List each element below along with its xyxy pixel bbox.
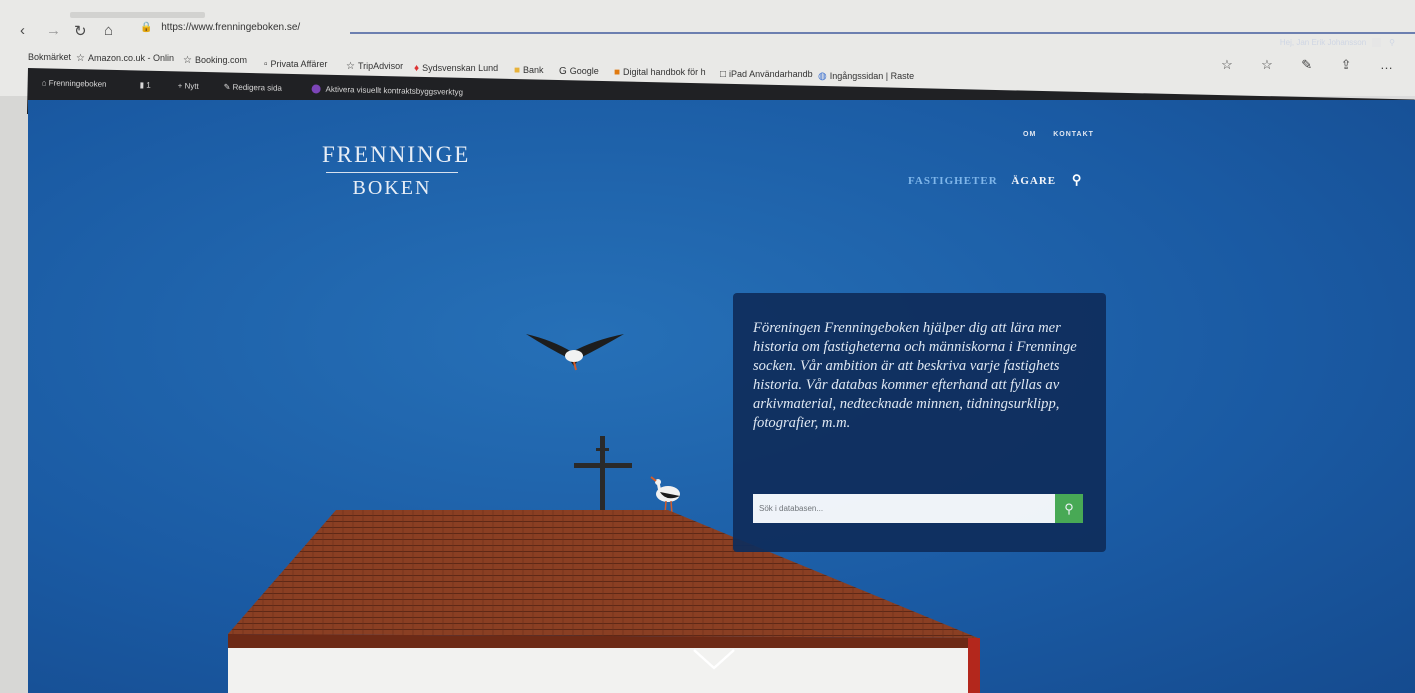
share-icon[interactable]: ⇪	[1341, 57, 1352, 72]
bookmark-item[interactable]: ■ Digital handbok för h	[614, 67, 706, 78]
logo-bottom: BOKEN	[352, 177, 432, 199]
intro-text: Föreningen Frenningeboken hjälper dig at…	[753, 320, 1077, 431]
search-icon[interactable]: ⚲	[1389, 38, 1395, 47]
forward-icon[interactable]: →	[46, 22, 61, 39]
google-icon: G	[559, 66, 567, 77]
admin-comments[interactable]: ▮ 1	[140, 81, 151, 90]
active-tab[interactable]	[70, 12, 205, 18]
sydsvenskan-icon: ♦	[414, 63, 420, 74]
bookmark-item[interactable]: □ iPad Användarhandb	[720, 69, 813, 80]
star-icon: ☆	[183, 55, 192, 66]
logo-top: FRENNINGE	[322, 142, 471, 167]
address-bar[interactable]: 🔒 https://www.frenningeboken.se/	[140, 22, 340, 40]
database-search: ⚲	[753, 494, 1083, 523]
admin-new[interactable]: + Nytt	[178, 81, 199, 90]
site-logo[interactable]: FRENNINGE BOKEN	[322, 142, 471, 200]
stork-flying-image	[526, 334, 624, 371]
bookmark-item[interactable]: ☆ Amazon.co.uk - Onlin	[76, 53, 174, 64]
search-icon: ⚲	[1064, 501, 1074, 516]
search-icon[interactable]: ⚲	[1072, 172, 1083, 187]
home-icon[interactable]: ⌂	[104, 22, 113, 39]
admin-edit-page[interactable]: ✎ Redigera sida	[224, 82, 283, 92]
refresh-icon[interactable]: ↻	[74, 22, 87, 40]
hero-section: FRENNINGE BOKEN OM KONTAKT FASTIGHETER Ä…	[28, 100, 1415, 693]
admin-home[interactable]: ⌂ Frenningeboken	[42, 78, 107, 88]
search-button[interactable]: ⚲	[1055, 494, 1083, 523]
folder-icon: ■	[514, 65, 521, 76]
orange-doc-icon: ■	[614, 67, 621, 78]
main-nav: FASTIGHETER ÄGARE ⚲	[908, 172, 1082, 188]
lock-icon: 🔒	[140, 22, 153, 33]
link-om[interactable]: OM	[1023, 131, 1036, 138]
favorites-icon[interactable]: ☆	[1261, 57, 1273, 72]
globe-icon: ◍	[818, 71, 827, 82]
bookmark-item[interactable]: G Google	[559, 66, 599, 77]
bookmarks-bar: Bokmärket ☆ Amazon.co.uk - Onlin ☆ Booking…	[28, 46, 978, 82]
chevron-down-icon[interactable]	[692, 648, 736, 672]
bookmark-item[interactable]: ☆ Booking.com	[183, 55, 247, 66]
more-icon[interactable]: …	[1380, 57, 1393, 72]
box-icon: □	[720, 69, 727, 80]
logo-divider	[326, 172, 458, 173]
bookmark-item[interactable]: Bokmärket	[28, 52, 71, 62]
top-links: OM KONTAKT	[1023, 131, 1108, 138]
admin-user[interactable]: Hej, Jan Erik Johansson ⚲	[1280, 38, 1395, 48]
bookmark-item[interactable]: ■ Bank	[514, 65, 544, 76]
cross-image	[574, 436, 632, 516]
search-input[interactable]	[753, 494, 1055, 523]
link-kontakt[interactable]: KONTAKT	[1053, 131, 1094, 138]
bookmark-item[interactable]: ♦ Sydsvenskan Lund	[414, 63, 498, 74]
favorite-star-icon[interactable]: ☆	[1221, 57, 1233, 72]
window-frame	[0, 96, 28, 693]
pen-icon[interactable]: ✎	[1301, 57, 1312, 72]
star-icon: ☆	[76, 53, 85, 64]
avatar	[1372, 38, 1382, 48]
tab-divider	[350, 32, 1415, 34]
back-icon[interactable]: ‹	[20, 22, 25, 39]
nav-agare[interactable]: ÄGARE	[1011, 175, 1056, 187]
nav-fastigheter[interactable]: FASTIGHETER	[908, 175, 998, 187]
url-text[interactable]: https://www.frenningeboken.se/	[161, 22, 300, 33]
admin-builder[interactable]: Aktivera visuellt kontraktsbyggsverktyg	[311, 84, 463, 97]
star-icon: ☆	[346, 61, 355, 72]
browser-toolbar-right: ☆ ☆ ✎ ⇪ …	[1197, 56, 1393, 74]
bookmark-item[interactable]: ▫ Privata Affärer	[264, 59, 327, 70]
intro-box: Föreningen Frenningeboken hjälper dig at…	[733, 293, 1106, 552]
bookmark-item[interactable]: ☆ TripAdvisor	[346, 61, 403, 72]
builder-icon	[311, 84, 321, 95]
doc-icon: ▫	[264, 59, 268, 70]
bookmark-item[interactable]: ◍ Ingångssidan | Raste	[818, 71, 914, 82]
